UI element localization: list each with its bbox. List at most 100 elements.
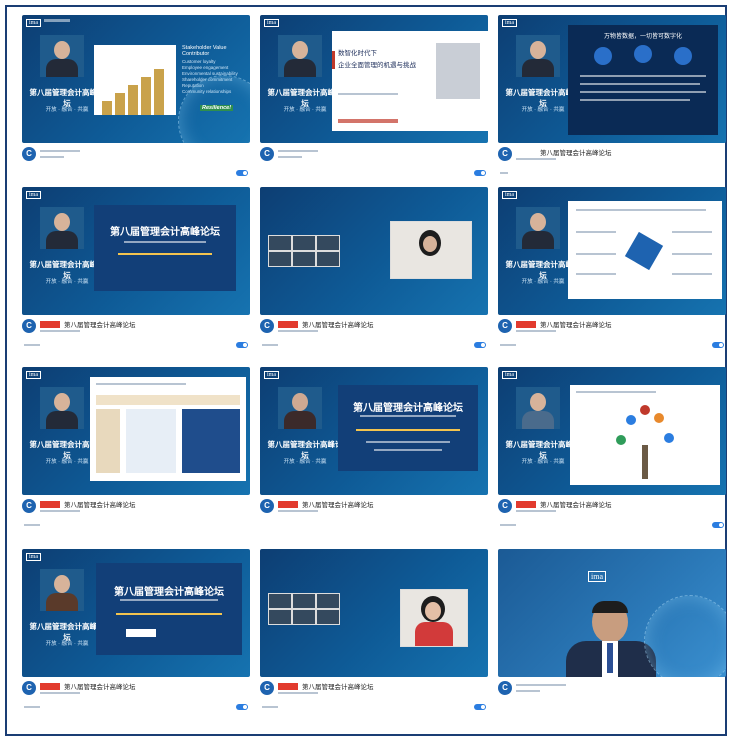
- video-stats: [40, 510, 80, 512]
- video-title[interactable]: 第八届管理会计高峰论坛: [302, 499, 374, 509]
- video-stats: [516, 330, 556, 332]
- autoplay-toggle[interactable]: [712, 522, 724, 528]
- tag-badge: [40, 683, 60, 690]
- speaker-video: [516, 35, 560, 77]
- speaker-video: [40, 387, 84, 429]
- autoplay-toggle[interactable]: [474, 170, 486, 176]
- logo-text-line: [44, 19, 70, 22]
- autoplay-toggle[interactable]: [236, 704, 248, 710]
- video-title[interactable]: 第八届管理会计高峰论坛: [64, 499, 136, 509]
- video-thumbnail[interactable]: [260, 549, 488, 677]
- speaker-video: [516, 207, 560, 249]
- video-meta: C 第八届管理会计高峰论坛: [22, 498, 250, 536]
- video-meta: C: [260, 146, 488, 184]
- main-speaker-video: [400, 589, 468, 647]
- video-thumbnail[interactable]: ima 第八届管理会计高峰论坛 开放 · 融合 · 共赢 Stakeholder…: [22, 15, 250, 143]
- ima-logo: ima: [26, 19, 41, 27]
- tag-badge: [516, 321, 536, 328]
- video-title[interactable]: 第八届管理会计高峰论坛: [540, 147, 612, 157]
- participant-tile: [292, 609, 316, 625]
- video-meta: C 第八届管理会计高峰论坛: [260, 680, 488, 718]
- video-title[interactable]: 第八届管理会计高峰论坛: [64, 319, 136, 329]
- channel-avatar[interactable]: C: [22, 319, 36, 333]
- footer-info: [262, 706, 278, 708]
- participant-tile: [316, 251, 340, 267]
- ima-logo: ima: [502, 371, 517, 379]
- participant-tile: [268, 593, 292, 609]
- video-card[interactable]: ima 第八届管理会计高峰论坛 开放 · 融合 · 共赢 C 第八届管理会计高峰…: [498, 367, 726, 537]
- video-card[interactable]: ima 第八届管理会计高峰论坛 开放 · 融合 · 共赢 数智化时代下 企业全面…: [260, 15, 488, 185]
- footer-info: [262, 344, 278, 346]
- channel-name[interactable]: [40, 150, 80, 152]
- video-thumbnail[interactable]: ima 第八届管理会计高峰论坛 开放 · 融合 · 共赢 第八届管理会计高峰论坛: [22, 187, 250, 315]
- channel-avatar[interactable]: C: [22, 499, 36, 513]
- video-card[interactable]: ima 第八届管理会计高峰论坛 开放 · 融合 · 共赢 万物皆数据，一切皆可数…: [498, 15, 726, 185]
- video-card[interactable]: ima 第八届管理会计高峰论坛 开放 · 融合 · 共赢 第八届管理会计高峰论坛…: [22, 549, 250, 719]
- video-stats: [278, 510, 318, 512]
- tag-badge: [278, 501, 298, 508]
- autoplay-toggle[interactable]: [236, 170, 248, 176]
- video-card[interactable]: ima 第八届管理会计高峰论坛 开放 · 融合 · 共赢 C 第八届管理会计高峰…: [22, 367, 250, 537]
- tag-badge: [278, 321, 298, 328]
- footer-info: [24, 344, 40, 346]
- video-thumbnail[interactable]: ima 第八届管理会计高峰论坛 开放 · 融合 · 共赢 数智化时代下 企业全面…: [260, 15, 488, 143]
- channel-avatar[interactable]: C: [260, 681, 274, 695]
- channel-avatar[interactable]: C: [260, 147, 274, 161]
- video-meta: C 第八届管理会计高峰论坛: [22, 680, 250, 718]
- channel-name[interactable]: [516, 684, 566, 686]
- video-card[interactable]: ima 第八届管理会计高峰论坛 开放 · 融合 · 共赢 Stakeholder…: [22, 15, 250, 185]
- channel-avatar[interactable]: C: [498, 681, 512, 695]
- video-stats: [278, 330, 318, 332]
- channel-avatar[interactable]: C: [22, 681, 36, 695]
- video-card[interactable]: C 第八届管理会计高峰论坛: [260, 549, 488, 719]
- video-title[interactable]: 第八届管理会计高峰论坛: [64, 681, 136, 691]
- ima-logo: ima: [26, 371, 41, 379]
- video-card[interactable]: ima 第八届管理会计高峰论坛 开放 · 融合 · 共赢 第八届管理会计高峰论坛…: [22, 187, 250, 357]
- video-card[interactable]: C 第八届管理会计高峰论坛: [260, 187, 488, 357]
- channel-avatar[interactable]: C: [498, 147, 512, 161]
- channel-avatar[interactable]: C: [22, 147, 36, 161]
- video-thumbnail[interactable]: ima 第八届管理会计高峰论坛 开放 · 融合 · 共赢: [498, 187, 726, 315]
- channel-name[interactable]: [278, 150, 318, 152]
- slide-heading: Stakeholder Value Contributor: [182, 45, 227, 57]
- tag-badge: [40, 501, 60, 508]
- autoplay-toggle[interactable]: [236, 342, 248, 348]
- video-title[interactable]: 第八届管理会计高峰论坛: [302, 681, 374, 691]
- forum-motto: 开放 · 融合 · 共赢: [283, 459, 327, 465]
- autoplay-toggle[interactable]: [474, 704, 486, 710]
- channel-avatar[interactable]: C: [498, 499, 512, 513]
- autoplay-toggle[interactable]: [712, 342, 724, 348]
- tag-badge: [516, 501, 536, 508]
- video-stats: [278, 156, 302, 158]
- video-thumbnail[interactable]: [260, 187, 488, 315]
- speaker-video: [40, 207, 84, 249]
- footer-info: [500, 524, 516, 526]
- video-thumbnail[interactable]: ima 第八届管理会计高峰论坛 开放 · 融合 · 共赢 第八届管理会计高峰论坛: [260, 367, 488, 495]
- video-card[interactable]: ima 第八届管理会计高峰论坛 开放 · 融合 · 共赢 第八届管理会计高峰论坛…: [260, 367, 488, 537]
- tag-badge: [278, 683, 298, 690]
- video-thumbnail[interactable]: ima: [498, 549, 726, 677]
- slide-content: 第八届管理会计高峰论坛: [338, 385, 478, 471]
- video-title[interactable]: 第八届管理会计高峰论坛: [540, 499, 612, 509]
- ima-logo: ima: [502, 19, 517, 27]
- participant-tile: [316, 593, 340, 609]
- autoplay-toggle[interactable]: [474, 342, 486, 348]
- video-thumbnail[interactable]: ima 第八届管理会计高峰论坛 开放 · 融合 · 共赢 第八届管理会计高峰论坛: [22, 549, 250, 677]
- channel-avatar[interactable]: C: [498, 319, 512, 333]
- video-thumbnail[interactable]: ima 第八届管理会计高峰论坛 开放 · 融合 · 共赢: [498, 367, 726, 495]
- video-thumbnail[interactable]: ima 第八届管理会计高峰论坛 开放 · 融合 · 共赢: [22, 367, 250, 495]
- channel-avatar[interactable]: C: [260, 319, 274, 333]
- video-title[interactable]: 第八届管理会计高峰论坛: [302, 319, 374, 329]
- participant-tile: [316, 609, 340, 625]
- footer-info: [24, 706, 40, 708]
- video-card[interactable]: ima 第八届管理会计高峰论坛 开放 · 融合 · 共赢 C 第八届管理会计高峰…: [498, 187, 726, 357]
- video-stats: [278, 692, 318, 694]
- channel-avatar[interactable]: C: [260, 499, 274, 513]
- video-stats: [516, 690, 540, 692]
- video-title[interactable]: 第八届管理会计高峰论坛: [540, 319, 612, 329]
- video-meta: C 第八届管理会计高峰论坛: [260, 318, 488, 356]
- ima-logo: ima: [588, 571, 606, 582]
- video-thumbnail[interactable]: ima 第八届管理会计高峰论坛 开放 · 融合 · 共赢 万物皆数据，一切皆可数…: [498, 15, 726, 143]
- video-card[interactable]: ima C: [498, 549, 726, 719]
- video-stats: [40, 692, 80, 694]
